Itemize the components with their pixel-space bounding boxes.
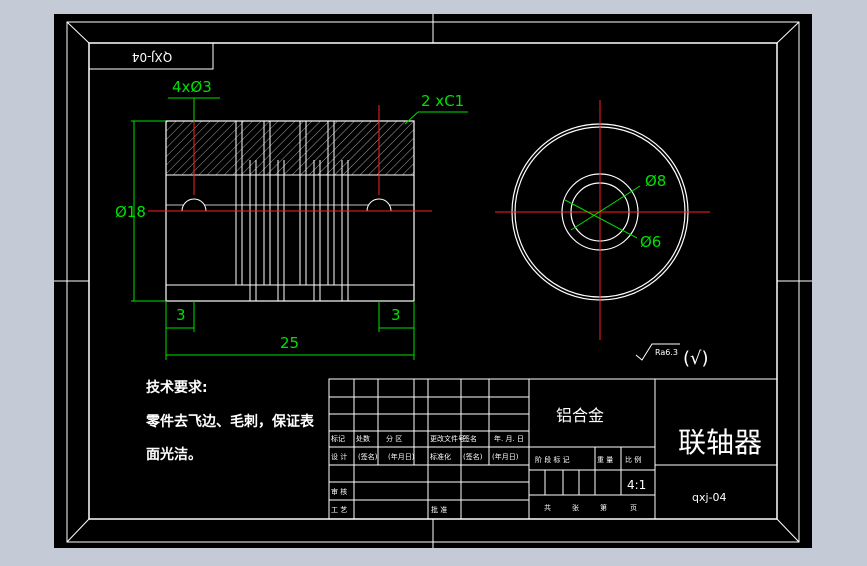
notes-line1: 零件去飞边、毛刺，保证表 <box>145 413 315 430</box>
title-block-label: 张 <box>572 503 579 512</box>
dim-holes: 4xØ3 <box>172 78 212 96</box>
title-block-label: 批 准 <box>431 505 447 514</box>
title-block-label: 共 <box>544 503 551 512</box>
title-block-label: 比 例 <box>625 455 641 464</box>
title-block-label: 分 区 <box>386 434 402 443</box>
title-block-label: (年月日) <box>388 452 415 461</box>
code-flipped: QXJ-04 <box>132 50 172 64</box>
dim-bore-inner: Ø6 <box>640 233 661 251</box>
title-block-label: 更改文件号 <box>430 434 465 443</box>
title-block-label: 工 艺 <box>331 506 347 514</box>
dim-length: 25 <box>280 334 299 352</box>
part-code: qxj-04 <box>692 491 727 504</box>
title-block-label: 年. 月. 日 <box>494 434 524 443</box>
title-block-label: 审 核 <box>331 487 347 496</box>
dim-chamfer: 2 xC1 <box>421 92 464 110</box>
title-block-label: 标记 <box>331 434 345 443</box>
notes-title: 技术要求: <box>146 379 208 396</box>
title-block-label: (签名) <box>358 452 378 461</box>
title-block-label: 页 <box>630 504 637 512</box>
cad-viewport[interactable]: QXJ-04 4xØ3 2 xC1 Ø18 3 3 25 Ø8 Ø6 Ra6.3… <box>0 0 867 562</box>
title-block-label: 处数 <box>356 434 370 443</box>
finish-value: Ra6.3 <box>655 348 678 357</box>
dim-bore-outer: Ø8 <box>645 172 666 190</box>
title-block-label: 标准化 <box>430 452 451 461</box>
title-block-label: 第 <box>600 503 607 512</box>
title-block-label: 签名 <box>463 434 477 443</box>
notes-line2: 面光洁。 <box>146 446 202 463</box>
title-block-label: 阶 段 标 记 <box>535 455 570 464</box>
drawing-canvas: QXJ-04 4xØ3 2 xC1 Ø18 3 3 25 Ø8 Ø6 Ra6.3… <box>54 14 812 548</box>
title-block-label: (签名) <box>463 452 483 461</box>
title-block-label: 设 计 <box>331 452 347 461</box>
finish-bracket: (√) <box>683 348 709 369</box>
dim-left-offset: 3 <box>176 306 186 324</box>
scale: 4:1 <box>627 478 646 492</box>
dim-right-offset: 3 <box>391 306 401 324</box>
title-block-label: 重 量 <box>597 456 613 464</box>
material: 铝合金 <box>556 406 604 425</box>
dim-outer-diameter: Ø18 <box>115 203 146 221</box>
part-name: 联轴器 <box>678 426 762 459</box>
title-block-label: (年月日) <box>492 452 519 461</box>
